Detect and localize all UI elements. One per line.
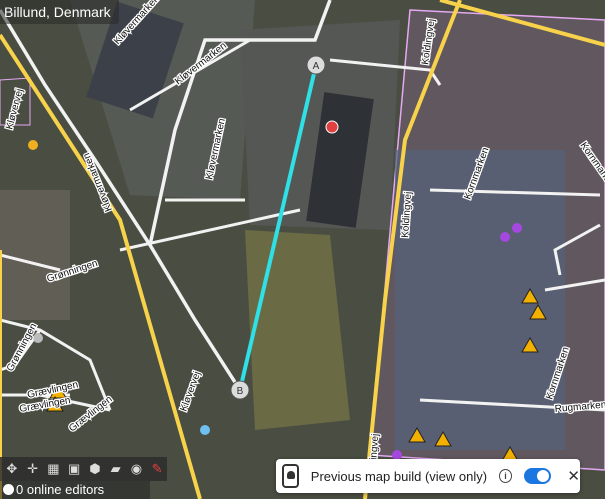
- issues-icon[interactable]: ✎: [147, 459, 167, 479]
- map-toolbar: ✥ ✛ ▦ ▣ ⬢ ▰ ◉ ✎: [0, 457, 167, 481]
- route-end-marker[interactable]: B: [230, 380, 250, 400]
- note-layer-icon[interactable]: ▰: [106, 459, 126, 479]
- phone-icon: [282, 464, 299, 488]
- help-icon[interactable]: ◉: [127, 459, 147, 479]
- photo-layer-icon[interactable]: ▣: [64, 459, 84, 479]
- crosshair-icon[interactable]: ✛: [23, 459, 43, 479]
- route-start-marker[interactable]: A: [306, 55, 326, 75]
- place-label: Billund, Denmark: [0, 0, 119, 24]
- banner-text: Previous map build (view only): [310, 468, 488, 484]
- map-layers-icon[interactable]: ▦: [44, 459, 64, 479]
- area-layer-icon[interactable]: ⬢: [85, 459, 105, 479]
- poi-purple-marker-2[interactable]: [512, 223, 522, 233]
- info-icon[interactable]: i: [499, 469, 513, 483]
- svg-text:A: A: [313, 61, 320, 72]
- svg-text:B: B: [237, 386, 244, 397]
- online-editors-text: 0 online editors: [16, 482, 105, 497]
- close-icon[interactable]: ✕: [567, 467, 580, 485]
- poi-purple-marker-1[interactable]: [500, 232, 510, 242]
- poi-yellow-marker[interactable]: [28, 140, 38, 150]
- view-only-toggle[interactable]: [524, 468, 552, 484]
- previous-build-banner: Previous map build (view only) i ✕: [276, 459, 580, 493]
- residential-area: [0, 190, 70, 320]
- online-editors-status: 0 online editors: [0, 481, 150, 499]
- editors-icon: [3, 484, 14, 495]
- poi-blue-marker[interactable]: [200, 425, 210, 435]
- poi-red-marker[interactable]: [325, 120, 339, 134]
- move-icon[interactable]: ✥: [2, 459, 22, 479]
- map-canvas[interactable]: A B Kløvermarken Kløvermarken Kløvermark…: [0, 0, 605, 499]
